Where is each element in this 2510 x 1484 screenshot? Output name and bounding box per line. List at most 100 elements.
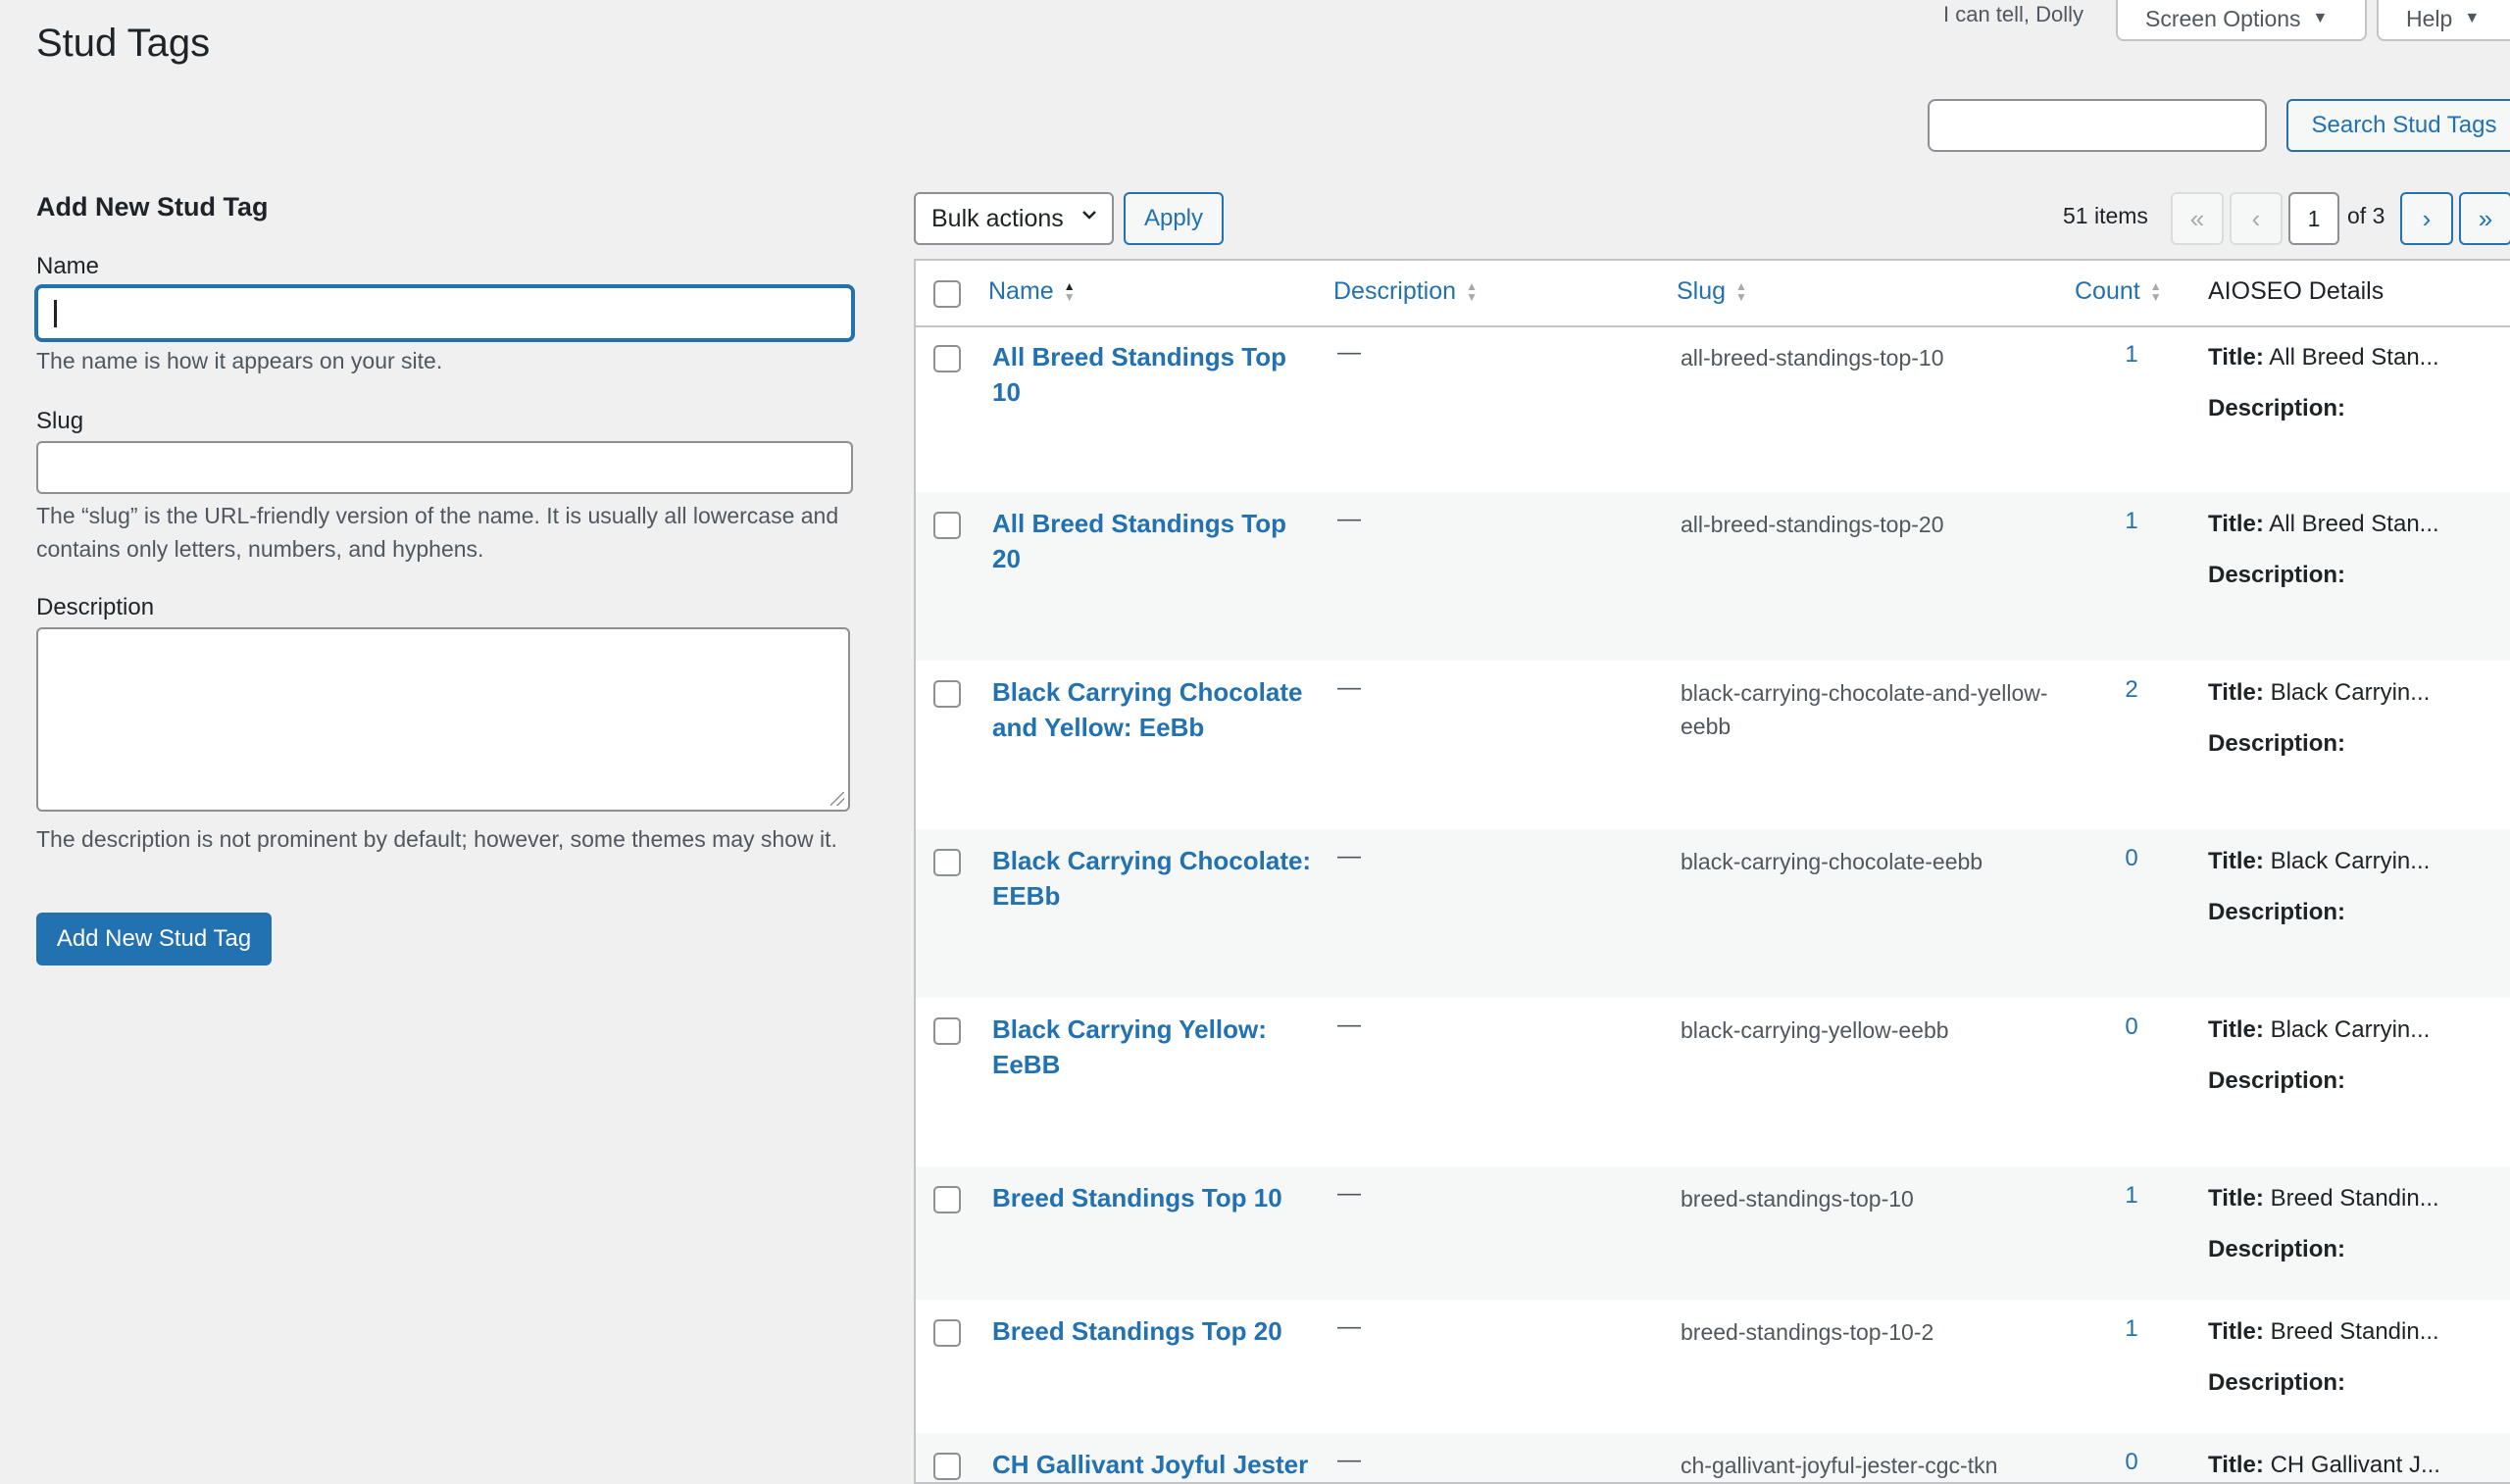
tag-name-link[interactable]: Black Carrying Yellow: EeBB: [992, 1012, 1316, 1082]
tags-table: Name ▲ ▼ Description ▲ ▼ Slug ▲ ▼ Count ▲ ▼ …: [914, 259, 2510, 1484]
help-button[interactable]: Help ▼: [2377, 0, 2510, 41]
tag-description: —: [1337, 1447, 1361, 1473]
page-title: Stud Tags: [36, 22, 211, 65]
aioseo-details: Title: All Breed Stan... Description:: [2208, 508, 2510, 592]
aioseo-title: Black Carryin...: [2270, 679, 2431, 706]
column-count-label: Count: [2075, 277, 2140, 305]
screen-options-label: Screen Options: [2145, 5, 2301, 31]
bulk-actions-label: Bulk actions: [931, 204, 1064, 232]
aioseo-details: Title: Breed Standin... Description:: [2208, 1182, 2510, 1266]
current-page-input[interactable]: 1: [2288, 192, 2339, 245]
table-row: All Breed Standings Top 10 — all-breed-s…: [916, 325, 2510, 492]
tag-count-link[interactable]: 1: [2117, 508, 2146, 535]
tag-name-link[interactable]: Black Carrying Chocolate: EEBb: [992, 843, 1316, 914]
description-help: The description is not prominent by defa…: [36, 826, 837, 852]
table-row: Breed Standings Top 20 — breed-standings…: [916, 1300, 2510, 1433]
aioseo-details: Title: CH Gallivant J...: [2208, 1449, 2510, 1482]
row-checkbox[interactable]: [933, 680, 961, 708]
description-textarea[interactable]: [36, 627, 850, 812]
total-pages: of 3: [2347, 203, 2385, 228]
add-new-tag-button[interactable]: Add New Stud Tag: [36, 913, 272, 965]
dolly-quote: I can tell, Dolly: [1943, 2, 2084, 26]
row-checkbox[interactable]: [933, 512, 961, 539]
slug-input[interactable]: [36, 441, 853, 494]
column-slug-label: Slug: [1677, 277, 1727, 305]
apply-button[interactable]: Apply: [1124, 192, 1224, 245]
tag-slug: ch-gallivant-joyful-jester-cgc-tkn: [1681, 1453, 1998, 1478]
tag-count-link[interactable]: 0: [2117, 1014, 2146, 1041]
aioseo-description-label: Description:: [2208, 1369, 2346, 1396]
aioseo-title: Breed Standin...: [2270, 1185, 2439, 1212]
tag-name-link[interactable]: All Breed Standings Top 10: [992, 339, 1316, 410]
tag-description: —: [1337, 339, 1361, 366]
tag-slug: all-breed-standings-top-10: [1681, 345, 1944, 371]
column-name[interactable]: Name ▲ ▼: [988, 277, 1076, 306]
text-cursor: [54, 300, 57, 327]
aioseo-description-label: Description:: [2208, 562, 2346, 588]
screen-options-button[interactable]: Screen Options ▼: [2116, 0, 2367, 41]
search-button[interactable]: Search Stud Tags: [2286, 99, 2510, 152]
caret-down-icon: ▼: [2464, 10, 2481, 26]
aioseo-description-label: Description:: [2208, 1067, 2346, 1094]
row-checkbox[interactable]: [933, 1453, 961, 1480]
items-count: 51 items: [2063, 203, 2148, 228]
aioseo-description-label: Description:: [2208, 1236, 2346, 1262]
aioseo-title-label: Title:: [2208, 344, 2264, 371]
table-header: Name ▲ ▼ Description ▲ ▼ Slug ▲ ▼ Count ▲ ▼ …: [916, 261, 2510, 327]
aioseo-title: Black Carryin...: [2270, 1016, 2431, 1043]
table-row: CH Gallivant Joyful Jester — ch-gallivan…: [916, 1433, 2510, 1482]
next-page-button[interactable]: ›: [2400, 192, 2453, 245]
tag-slug: black-carrying-chocolate-and-yellow-eebb: [1681, 680, 2048, 739]
form-heading: Add New Stud Tag: [36, 192, 269, 222]
tag-name-link[interactable]: All Breed Standings Top 20: [992, 506, 1316, 576]
table-row: Breed Standings Top 10 — breed-standings…: [916, 1166, 2510, 1300]
search-input[interactable]: [1928, 99, 2267, 152]
tag-count-link[interactable]: 1: [2117, 341, 2146, 369]
aioseo-title-label: Title:: [2208, 1318, 2264, 1345]
tag-name-link[interactable]: Breed Standings Top 20: [992, 1313, 1384, 1349]
row-checkbox[interactable]: [933, 1319, 961, 1347]
tag-count-link[interactable]: 1: [2117, 1182, 2146, 1210]
slug-label: Slug: [36, 408, 84, 434]
sort-icon: ▲ ▼: [1466, 278, 1478, 304]
column-count[interactable]: Count ▲ ▼: [2075, 277, 2162, 306]
bulk-actions-select[interactable]: Bulk actions: [914, 192, 1114, 245]
row-checkbox[interactable]: [933, 345, 961, 372]
name-help: The name is how it appears on your site.: [36, 348, 443, 373]
column-slug[interactable]: Slug ▲ ▼: [1677, 277, 1747, 306]
aioseo-title-label: Title:: [2208, 679, 2264, 706]
tag-description: —: [1337, 1313, 1361, 1340]
tag-count-link[interactable]: 2: [2117, 676, 2146, 704]
tag-slug: breed-standings-top-10-2: [1681, 1319, 1934, 1345]
tag-count-link[interactable]: 0: [2117, 1449, 2146, 1476]
tag-count-link[interactable]: 0: [2117, 845, 2146, 872]
tag-slug: breed-standings-top-10: [1681, 1186, 1914, 1212]
row-checkbox[interactable]: [933, 849, 961, 876]
tag-description: —: [1337, 674, 1361, 701]
aioseo-title: All Breed Stan...: [2269, 344, 2439, 371]
column-description-label: Description: [1333, 277, 1457, 305]
tag-description: —: [1337, 1180, 1361, 1207]
tag-slug: black-carrying-chocolate-eebb: [1681, 849, 1983, 874]
aioseo-title: CH Gallivant J...: [2270, 1452, 2440, 1478]
tag-name-link[interactable]: Black Carrying Chocolate and Yellow: EeB…: [992, 674, 1316, 745]
row-checkbox[interactable]: [933, 1186, 961, 1213]
resize-handle-icon[interactable]: [830, 792, 844, 806]
aioseo-description-label: Description:: [2208, 395, 2346, 421]
tag-name-link[interactable]: Breed Standings Top 10: [992, 1180, 1384, 1215]
select-all-checkbox[interactable]: [933, 280, 961, 308]
prev-page-button: ‹: [2230, 192, 2283, 245]
tag-count-link[interactable]: 1: [2117, 1315, 2146, 1343]
tag-description: —: [1337, 506, 1361, 532]
column-name-label: Name: [988, 277, 1054, 305]
aioseo-title-label: Title:: [2208, 1016, 2264, 1043]
description-label: Description: [36, 594, 155, 620]
first-page-button: «: [2171, 192, 2224, 245]
name-input[interactable]: [36, 286, 853, 340]
row-checkbox[interactable]: [933, 1017, 961, 1045]
tag-name-link[interactable]: CH Gallivant Joyful Jester: [992, 1447, 1384, 1482]
column-description[interactable]: Description ▲ ▼: [1333, 277, 1478, 306]
sort-icon: ▲ ▼: [2149, 278, 2162, 304]
last-page-button[interactable]: »: [2459, 192, 2510, 245]
tag-description: —: [1337, 843, 1361, 869]
